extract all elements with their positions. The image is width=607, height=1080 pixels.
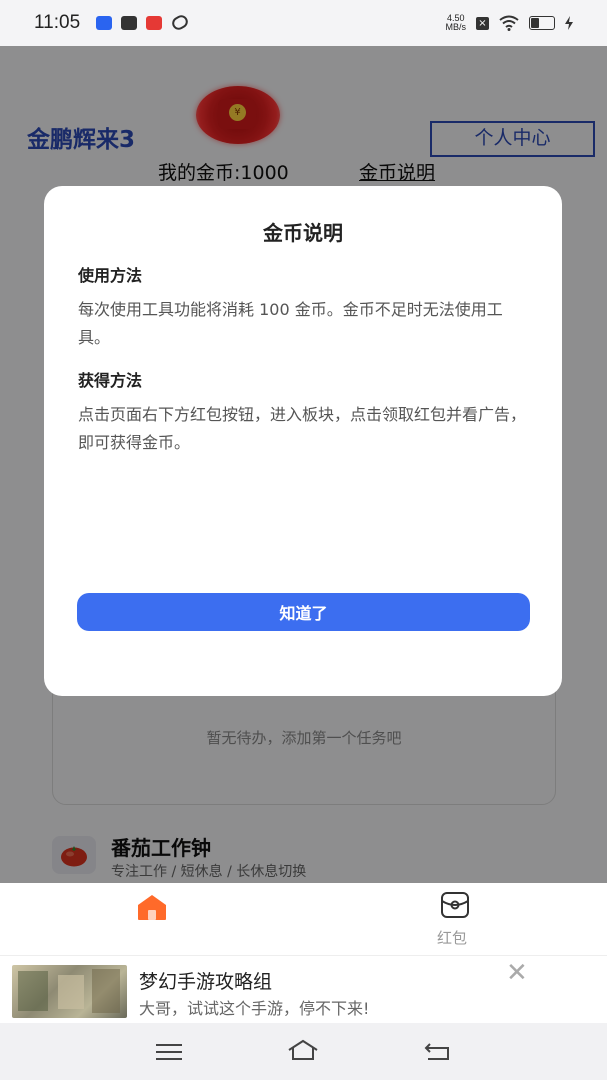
mail-icon <box>121 16 137 30</box>
ad-thumbnail[interactable] <box>12 965 127 1018</box>
bottom-nav: 红包 <box>0 883 607 955</box>
ad-description[interactable]: 大哥，试试这个手游，停不下来! <box>139 995 369 1019</box>
confirm-button[interactable]: 知道了 <box>77 593 530 631</box>
close-icon[interactable]: ✕ <box>506 958 528 988</box>
battery-icon <box>529 16 555 30</box>
home-icon <box>138 895 166 920</box>
menu-icon[interactable] <box>156 1043 182 1061</box>
app-notification-icon <box>146 16 162 30</box>
ad-title[interactable]: 梦幻手游攻略组 <box>139 967 272 994</box>
baidu-icon <box>96 16 112 30</box>
nav-item-home[interactable] <box>100 883 204 955</box>
red-packet-icon <box>441 892 469 918</box>
earning-heading: 获得方法 <box>78 371 143 390</box>
x-box-icon: × <box>476 16 489 30</box>
ad-banner[interactable]: 梦幻手游攻略组 大哥，试试这个手游，停不下来! ✕ <box>0 955 607 1024</box>
status-bar: 11:05 4.50 MB/s × <box>0 0 607 46</box>
status-right-group: 4.50 MB/s × <box>445 13 573 33</box>
usage-body: 每次使用工具功能将消耗 100 金币。金币不足时无法使用工具。 <box>78 300 503 347</box>
usage-heading: 使用方法 <box>78 266 143 285</box>
nav-item-red-packet[interactable]: 红包 <box>405 883 505 955</box>
charging-icon <box>565 16 573 30</box>
link-icon <box>169 12 191 33</box>
status-time: 11:05 <box>34 12 81 33</box>
earning-body: 点击页面右下方红包按钮，进入板块，点击领取红包并看广告，即可获得金币。 <box>78 405 527 452</box>
net-speed: 4.50 MB/s <box>445 13 466 32</box>
nav-label-red-packet: 红包 <box>437 929 468 947</box>
wifi-icon <box>499 15 519 31</box>
coins-info-dialog: 金币说明 使用方法 每次使用工具功能将消耗 100 金币。金币不足时无法使用工具… <box>44 186 562 696</box>
back-icon[interactable] <box>424 1041 452 1061</box>
home-nav-icon[interactable] <box>287 1039 319 1061</box>
dialog-title: 金币说明 <box>263 221 343 245</box>
system-nav-bar <box>0 1023 607 1080</box>
